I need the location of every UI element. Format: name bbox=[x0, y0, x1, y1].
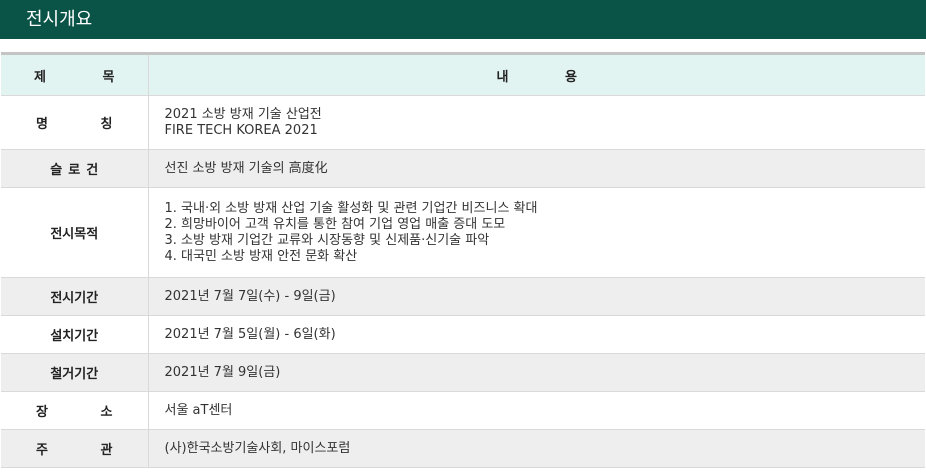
table-row-setup-period: 설치기간 2021년 7월 5일(월) - 6일(화) bbox=[1, 315, 925, 354]
header-label-cell: 제 목 bbox=[1, 53, 149, 96]
row-label-cell: 장 소 bbox=[1, 391, 149, 430]
row-label: 전시기간 bbox=[50, 291, 99, 306]
row-label: 전시목적 bbox=[50, 227, 99, 242]
table-header-row: 제 목 내 용 bbox=[1, 53, 925, 96]
row-label: 장 소 bbox=[36, 405, 137, 420]
row-value-cell: 2021 소방 방재 기술 산업전 FIRE TECH KOREA 2021 bbox=[148, 95, 925, 150]
row-label-cell: 주 관 bbox=[1, 429, 149, 468]
row-value-line: 서울 aT센터 bbox=[164, 402, 233, 418]
table-row-exhibition-period: 전시기간 2021년 7월 7일(수) - 9일(금) bbox=[1, 277, 925, 316]
title-gap bbox=[0, 39, 926, 52]
row-label: 철거기간 bbox=[50, 367, 99, 382]
row-value-line: 선진 소방 방재 기술의 高度化 bbox=[164, 160, 328, 176]
row-value-line: 2021년 7월 9일(금) bbox=[164, 364, 281, 380]
row-label-cell: 철거기간 bbox=[1, 353, 149, 392]
row-label: 명 칭 bbox=[36, 117, 137, 132]
row-label: 슬로건 bbox=[50, 163, 105, 178]
row-value-cell: 서울 aT센터 bbox=[148, 391, 925, 430]
row-label: 주 관 bbox=[36, 443, 137, 458]
row-label-cell: 슬로건 bbox=[1, 149, 149, 188]
table-row-teardown-period: 철거기간 2021년 7월 9일(금) bbox=[1, 353, 925, 392]
header-content: 내 용 bbox=[496, 69, 603, 85]
row-value-cell: 선진 소방 방재 기술의 高度化 bbox=[148, 149, 925, 188]
row-value-line: 2021년 7월 5일(월) - 6일(화) bbox=[164, 326, 336, 342]
table-row-purpose: 전시목적 1. 국내·외 소방 방재 산업 기술 활성화 및 관련 기업간 비즈… bbox=[1, 187, 925, 278]
row-value-cell: 2021년 7월 7일(수) - 9일(금) bbox=[148, 277, 925, 316]
table-row-name: 명 칭 2021 소방 방재 기술 산업전 FIRE TECH KOREA 20… bbox=[1, 95, 925, 150]
row-value-cell: 2021년 7월 5일(월) - 6일(화) bbox=[148, 315, 925, 354]
row-label-cell: 전시기간 bbox=[1, 277, 149, 316]
row-value-line: FIRE TECH KOREA 2021 bbox=[164, 122, 318, 138]
table-row-slogan: 슬로건 선진 소방 방재 기술의 高度化 bbox=[1, 149, 925, 188]
row-value-line: (사)한국소방기술사회, 마이스포럼 bbox=[164, 440, 351, 456]
row-label-cell: 설치기간 bbox=[1, 315, 149, 354]
row-value-line: 2. 희망바이어 고객 유치를 통한 참여 기업 영업 매출 증대 도모 bbox=[164, 216, 506, 232]
row-label-cell: 명 칭 bbox=[1, 95, 149, 150]
row-label: 설치기간 bbox=[50, 329, 99, 344]
table-row-organizer: 주 관 (사)한국소방기술사회, 마이스포럼 bbox=[1, 429, 925, 468]
exhibition-overview-table: 제 목 내 용 명 칭 2021 소방 방재 기술 산업전 FIRE TECH … bbox=[1, 52, 925, 468]
row-value-line: 1. 국내·외 소방 방재 산업 기술 활성화 및 관련 기업간 비즈니스 확대 bbox=[164, 200, 538, 216]
row-value-line: 2021 소방 방재 기술 산업전 bbox=[164, 106, 322, 122]
row-value-cell: 2021년 7월 9일(금) bbox=[148, 353, 925, 392]
row-value-line: 3. 소방 방재 기업간 교류와 시장동향 및 신제품·신기술 파악 bbox=[164, 232, 490, 248]
row-value-cell: 1. 국내·외 소방 방재 산업 기술 활성화 및 관련 기업간 비즈니스 확대… bbox=[148, 187, 925, 278]
row-value-line: 2021년 7월 7일(수) - 9일(금) bbox=[164, 288, 336, 304]
table-row-venue: 장 소 서울 aT센터 bbox=[1, 391, 925, 430]
section-title: 전시개요 bbox=[0, 0, 926, 39]
row-label-cell: 전시목적 bbox=[1, 187, 149, 278]
row-value-cell: (사)한국소방기술사회, 마이스포럼 bbox=[148, 429, 925, 468]
header-content-cell: 내 용 bbox=[148, 53, 925, 96]
header-label: 제 목 bbox=[34, 69, 141, 85]
row-value-line: 4. 대국민 소방 방재 안전 문화 확산 bbox=[164, 248, 358, 264]
